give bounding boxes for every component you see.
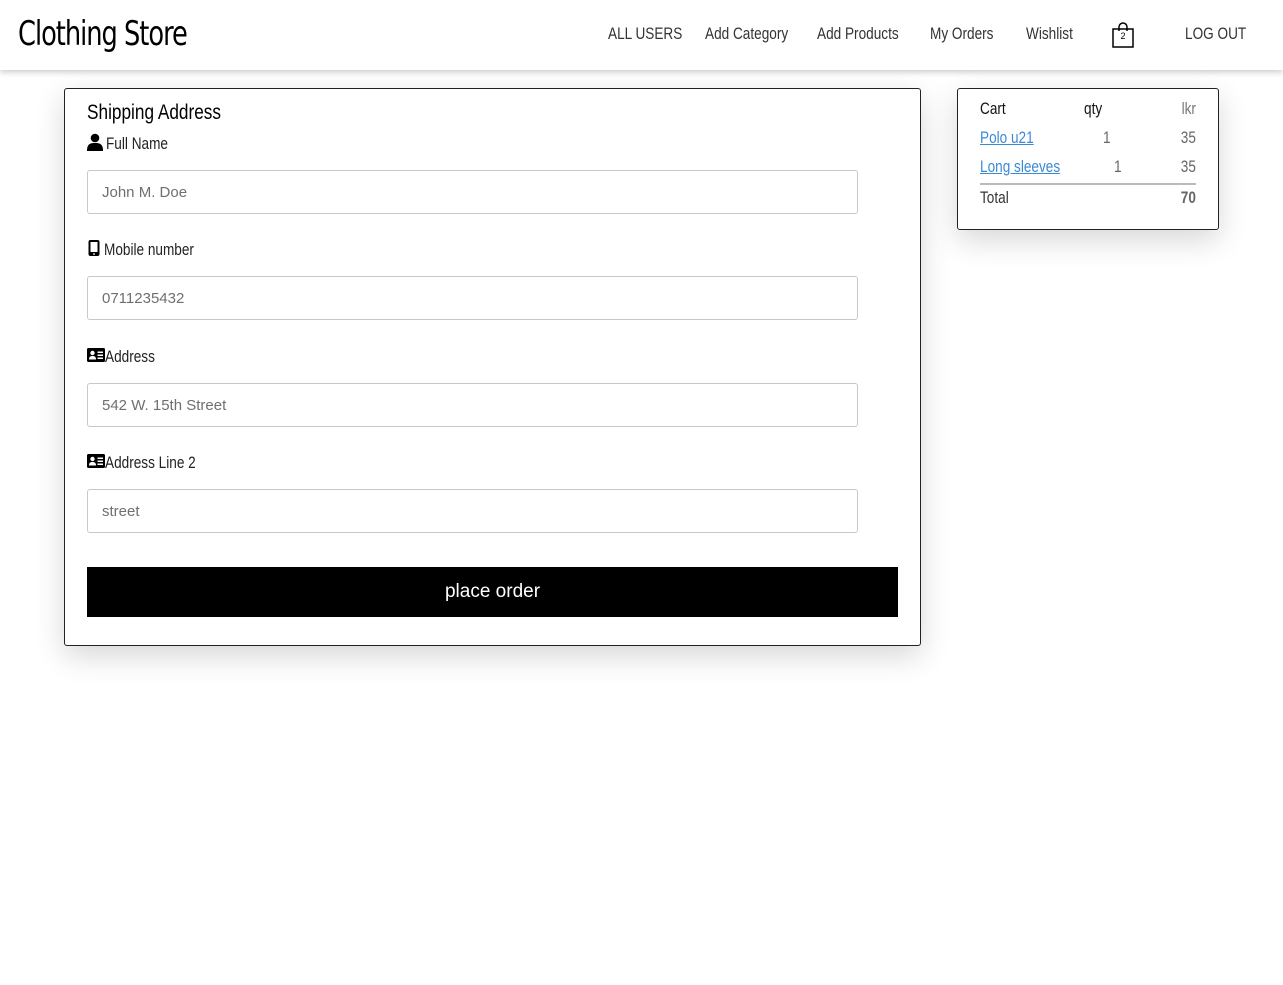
top-navbar: Clothing Store ALL USERS Add Category Ad… <box>0 0 1283 70</box>
address-label: Address <box>87 346 167 368</box>
shipping-title: Shipping Address <box>87 101 222 124</box>
cart-divider <box>980 183 1196 185</box>
cart-header-qty: qty <box>1084 99 1103 118</box>
address-line-2-label-text: Address Line 2 <box>105 453 196 472</box>
full-name-input[interactable] <box>87 170 858 214</box>
cart-summary-card: Cart qty lkr Polo u21 1 35 Long sleeves … <box>957 88 1219 230</box>
address-card-icon <box>87 347 105 367</box>
cart-item-price: 35 <box>1180 128 1196 147</box>
full-name-label-text: Full Name <box>106 134 168 153</box>
nav-link-add-category[interactable]: Add Category <box>705 24 788 44</box>
address-card-icon <box>87 453 105 473</box>
cart-item-price: 35 <box>1180 157 1196 176</box>
logout-button[interactable]: LOG OUT <box>1185 24 1246 44</box>
address-input[interactable] <box>87 383 858 427</box>
full-name-label: Full Name <box>87 133 183 155</box>
cart-item-qty: 1 <box>1103 128 1111 147</box>
brand-logo[interactable]: Clothing Store <box>18 14 188 54</box>
mobile-icon <box>87 239 101 262</box>
nav-link-wishlist[interactable]: Wishlist <box>1026 24 1073 44</box>
nav-link-my-orders[interactable]: My Orders <box>930 24 993 44</box>
shopping-bag-icon[interactable]: 2 <box>1112 22 1134 48</box>
mobile-number-input[interactable] <box>87 276 858 320</box>
cart-header-item: Cart <box>980 99 1006 118</box>
cart-total-value: 70 <box>1180 188 1196 207</box>
nav-link-add-products[interactable]: Add Products <box>817 24 899 44</box>
cart-total-label: Total <box>980 188 1009 207</box>
user-icon <box>87 133 103 156</box>
cart-item-link-long-sleeves[interactable]: Long sleeves <box>980 157 1060 177</box>
nav-link-all-users[interactable]: ALL USERS <box>608 24 682 44</box>
cart-count-badge: 2 <box>1120 31 1126 41</box>
address-line-2-label: Address Line 2 <box>87 452 218 474</box>
address-label-text: Address <box>105 347 155 366</box>
address-line-2-input[interactable] <box>87 489 858 533</box>
cart-item-link-polo-u21[interactable]: Polo u21 <box>980 128 1034 148</box>
cart-item-qty: 1 <box>1114 157 1122 176</box>
shipping-form-card: Shipping Address Full Name Mobile number <box>64 88 921 646</box>
mobile-number-label: Mobile number <box>87 239 216 261</box>
place-order-button[interactable]: place order <box>87 567 898 617</box>
mobile-number-label-text: Mobile number <box>104 240 194 259</box>
cart-header-price: lkr <box>1181 99 1196 118</box>
